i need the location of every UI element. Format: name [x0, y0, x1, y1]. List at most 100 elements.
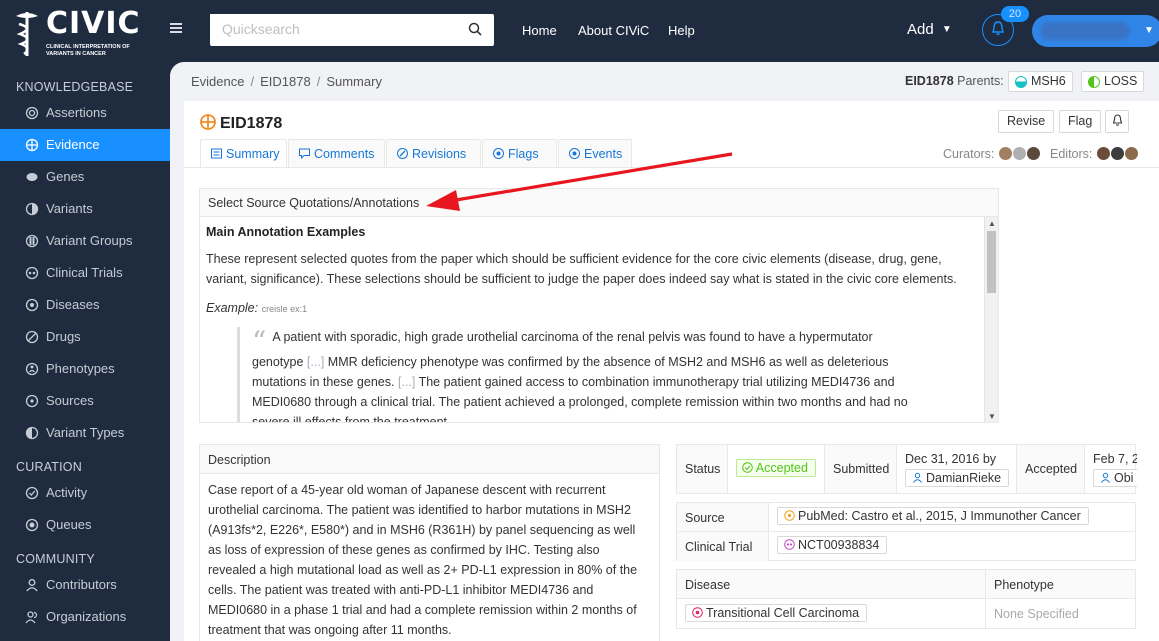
sidebar-item-drugs[interactable]: Drugs: [0, 321, 170, 353]
sidebar-item-genes[interactable]: Genes: [0, 161, 170, 193]
revise-button[interactable]: Revise: [998, 110, 1055, 133]
parent-variant-loss-tag[interactable]: LOSS: [1081, 71, 1145, 92]
sidebar-item-queues[interactable]: Queues: [0, 509, 170, 541]
sidebar-item-label: Phenotypes: [46, 361, 115, 376]
avatar[interactable]: [1012, 147, 1026, 160]
clinical-trial-icon: [784, 539, 795, 550]
sidebar-item-evidence[interactable]: Evidence: [0, 129, 170, 161]
sidebar-item-label: Organizations: [46, 609, 127, 624]
sidebar-item-label: Activity: [46, 485, 88, 500]
avatar[interactable]: [1026, 147, 1040, 160]
sidebar-heading-community: COMMUNITY: [16, 552, 95, 566]
sidebar-item-diseases[interactable]: Diseases: [0, 289, 170, 321]
accepted-label: Accepted: [1025, 462, 1078, 476]
nav-home-link[interactable]: Home: [522, 23, 557, 38]
tab-label: Summary: [226, 147, 280, 161]
table-row: Clinical Trial NCT00938834: [677, 532, 1135, 561]
sidebar-heading-knowledgebase: KNOWLEDGEBASE: [16, 80, 134, 94]
source-value: PubMed: Castro et al., 2015, J Immunothe…: [798, 509, 1081, 523]
sidebar-item-phenotypes[interactable]: Phenotypes: [0, 353, 170, 385]
sidebar-item-activity[interactable]: Activity: [0, 477, 170, 509]
parents-eid: EID1878: [905, 74, 954, 88]
avatar[interactable]: [1110, 147, 1124, 160]
column-divider: [985, 570, 986, 599]
status-value: Accepted: [755, 461, 808, 475]
status-label-cell: Status: [677, 445, 728, 493]
breadcrumb-evidence-link[interactable]: Evidence: [191, 74, 244, 89]
user-menu-button[interactable]: ▼: [1032, 15, 1159, 47]
sidebar-item-label: Drugs: [46, 329, 81, 344]
table-row: Source PubMed: Castro et al., 2015, J Im…: [677, 503, 1135, 532]
civic-logo[interactable]: CIVIC Clinical Interpretation of Variant…: [12, 6, 152, 58]
sidebar-item-label: Contributors: [46, 577, 117, 592]
clinical-trial-tag[interactable]: NCT00938834: [777, 536, 888, 554]
variant-group-icon: [25, 234, 39, 248]
submitter-tag[interactable]: DamianRieke: [905, 469, 1010, 487]
sidebar-item-sources[interactable]: Sources: [0, 385, 170, 417]
annotation-quote: “A patient with sporadic, high grade uro…: [237, 327, 927, 422]
source-icon: [784, 510, 795, 521]
avatar[interactable]: [1124, 147, 1138, 160]
sidebar-item-label: Clinical Trials: [46, 265, 123, 280]
search-input[interactable]: [210, 14, 450, 44]
edit-icon: [397, 148, 408, 159]
search-icon[interactable]: [468, 22, 482, 36]
gene-icon: [1015, 76, 1027, 88]
tab-comments[interactable]: Comments: [288, 139, 385, 168]
status-badge: Accepted: [736, 459, 816, 477]
nav-about-link[interactable]: About CIViC: [578, 23, 649, 38]
sidebar-item-variant-groups[interactable]: Variant Groups: [0, 225, 170, 257]
description-panel: Description Case report of a 45-year old…: [199, 444, 660, 641]
caret-down-icon: ▼: [1144, 25, 1154, 36]
page-title-text: EID1878: [220, 115, 283, 132]
parents-text: Parents:: [957, 74, 1004, 88]
trial-label-cell: Clinical Trial: [677, 532, 769, 561]
breadcrumb-current: Summary: [326, 74, 382, 89]
sidebar-item-organizations[interactable]: Organizations: [0, 601, 170, 633]
sidebar-heading-curation: CURATION: [16, 460, 82, 474]
sidebar-item-variants[interactable]: Variants: [0, 193, 170, 225]
annotation-panel: Select Source Quotations/Annotations Mai…: [199, 188, 999, 423]
scroll-up-icon[interactable]: ▲: [988, 219, 996, 228]
avatar[interactable]: [1096, 147, 1110, 160]
brand-name: CIVIC: [46, 6, 141, 41]
submitter-name: DamianRieke: [926, 471, 1002, 485]
source-tag[interactable]: PubMed: Castro et al., 2015, J Immunothe…: [777, 507, 1089, 525]
sidebar-item-label: Variants: [46, 201, 93, 216]
sidebar: KNOWLEDGEBASE Assertions Evidence Genes …: [0, 62, 170, 641]
breadcrumb-eid-link[interactable]: EID1878: [260, 74, 311, 89]
scrollbar-thumb[interactable]: [987, 231, 996, 293]
annotation-heading: Main Annotation Examples: [206, 225, 366, 239]
quicksearch: [210, 14, 494, 46]
add-dropdown[interactable]: Add ▼: [907, 21, 952, 38]
example-label: Example:: [206, 301, 259, 315]
sidebar-item-contributors[interactable]: Contributors: [0, 569, 170, 601]
table-row: Transitional Cell Carcinoma None Specifi…: [677, 599, 1135, 629]
trial-value: NCT00938834: [798, 538, 880, 552]
disease-value: Transitional Cell Carcinoma: [706, 606, 860, 620]
subscribe-button[interactable]: [1105, 110, 1129, 133]
sidebar-item-assertions[interactable]: Assertions: [0, 97, 170, 129]
annotation-body[interactable]: Main Annotation Examples These represent…: [200, 217, 984, 422]
sidebar-item-clinical-trials[interactable]: Clinical Trials: [0, 257, 170, 289]
menu-toggle-icon[interactable]: [170, 23, 182, 35]
accepter-tag[interactable]: Obi: [1093, 469, 1137, 487]
parent-gene-msh6-tag[interactable]: MSH6: [1008, 71, 1073, 92]
nav-help-link[interactable]: Help: [668, 23, 695, 38]
submitted-label: Submitted: [833, 462, 890, 476]
annotation-scrollbar[interactable]: ▲ ▼: [984, 217, 998, 422]
avatar[interactable]: [998, 147, 1012, 160]
tab-summary[interactable]: Summary: [200, 139, 287, 168]
flag-button[interactable]: Flag: [1059, 110, 1102, 133]
sidebar-item-variant-types[interactable]: Variant Types: [0, 417, 170, 449]
editors: Editors:: [1050, 147, 1138, 161]
table-header-row: Disease Phenotype: [677, 570, 1135, 599]
scroll-down-icon[interactable]: ▼: [988, 412, 996, 421]
breadcrumb: Evidence / EID1878/Summary: [191, 74, 382, 89]
quote-icon: “: [252, 325, 267, 358]
disease-tag[interactable]: Transitional Cell Carcinoma: [685, 604, 868, 622]
quote-ellipsis: [...]: [397, 375, 416, 389]
clinical-trial-icon: [25, 266, 39, 280]
gene-icon: [26, 173, 38, 181]
bell-icon: [992, 21, 1004, 36]
